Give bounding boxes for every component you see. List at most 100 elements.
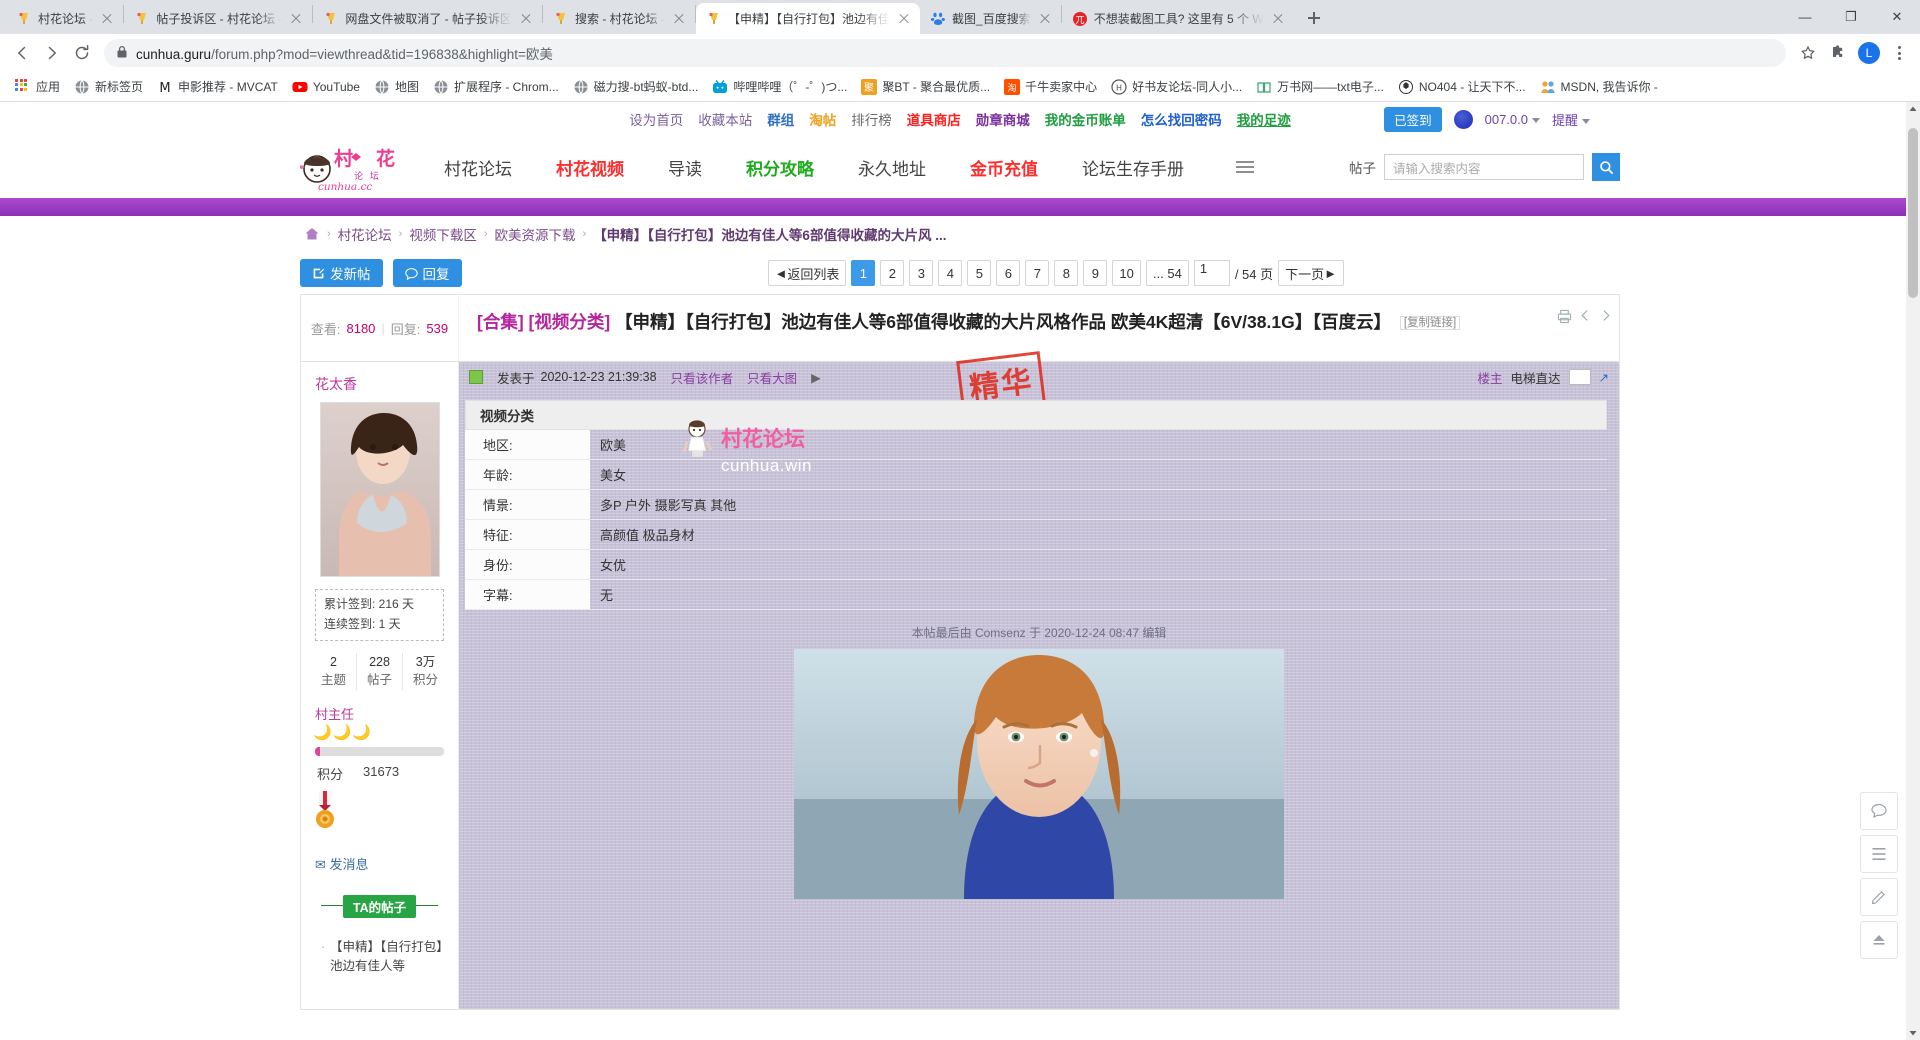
post-image[interactable]: [794, 649, 1284, 899]
page-button-9[interactable]: 9: [1083, 260, 1108, 286]
bookmark-item[interactable]: 新标签页: [67, 75, 150, 98]
tab-close-icon[interactable]: [518, 11, 534, 27]
bookmark-item[interactable]: 地图: [367, 75, 426, 98]
extensions-button[interactable]: [1824, 39, 1852, 67]
topbar-link-medal-mall[interactable]: 勋章商城: [976, 109, 1030, 129]
topbar-link-favorite[interactable]: 收藏本站: [698, 109, 752, 129]
reply-button[interactable]: 回复: [392, 259, 462, 287]
bookmark-item[interactable]: 哔哩哔哩（゜-゜)つ...: [705, 75, 854, 98]
profile-avatar[interactable]: L: [1858, 42, 1880, 64]
bookmark-item[interactable]: H 好书友论坛-同人小...: [1104, 75, 1249, 98]
page-button-8[interactable]: 8: [1054, 260, 1079, 286]
breadcrumb-item-forum[interactable]: 村花论坛: [338, 224, 392, 244]
author-avatar[interactable]: [319, 402, 440, 577]
forward-button[interactable]: [38, 39, 66, 67]
more-menu-icon[interactable]: [1236, 158, 1254, 176]
tab-close-icon[interactable]: [1037, 11, 1053, 27]
page-number-input[interactable]: 1: [1193, 260, 1230, 286]
next-page-button[interactable]: 下一页 ►: [1278, 260, 1344, 286]
bookmark-item[interactable]: 聚 聚BT - 聚合最优质...: [854, 75, 997, 98]
list-icon[interactable]: [1860, 835, 1898, 873]
only-images-link[interactable]: 只看大图: [747, 368, 797, 387]
page-button-1[interactable]: 1: [851, 260, 876, 286]
signin-badge[interactable]: 已签到: [1384, 106, 1442, 132]
scrollbar-down-arrow[interactable]: [1906, 1026, 1920, 1040]
page-scrollbar[interactable]: [1906, 102, 1920, 1040]
bookmark-apps[interactable]: 应用: [8, 75, 67, 98]
topbar-link-recover-password[interactable]: 怎么找回密码: [1141, 109, 1222, 129]
notify-menu[interactable]: 提醒: [1552, 110, 1590, 129]
thread-category[interactable]: [合集] [视频分类]: [477, 312, 610, 332]
print-icon[interactable]: [1557, 309, 1572, 329]
browser-tab[interactable]: 截图_百度搜索: [920, 3, 1061, 34]
tab-close-icon[interactable]: [1270, 11, 1286, 27]
back-to-list-button[interactable]: ◄ 返回列表: [767, 260, 847, 286]
chrome-menu-button[interactable]: [1886, 40, 1912, 66]
window-maximize-button[interactable]: ❐: [1828, 1, 1874, 33]
prev-thread-icon[interactable]: [1579, 309, 1592, 327]
nav-item-survival-manual[interactable]: 论坛生存手册: [1060, 155, 1206, 180]
search-button[interactable]: [1592, 153, 1620, 181]
page-button-4[interactable]: 4: [938, 260, 963, 286]
page-button-5[interactable]: 5: [967, 260, 992, 286]
home-icon[interactable]: [304, 227, 320, 241]
browser-tab[interactable]: 搜索 - 村花论坛 -: [543, 3, 695, 34]
ta-post-item[interactable]: 【申精】【自行打包】池边有佳人等: [321, 938, 444, 977]
bookmark-item[interactable]: 万书网——txt电子...: [1249, 75, 1391, 98]
page-button-7[interactable]: 7: [1025, 260, 1050, 286]
back-button[interactable]: [8, 39, 36, 67]
search-type-label[interactable]: 帖子: [1349, 157, 1376, 177]
site-logo[interactable]: 村 花 论 坛 cunhua.cc: [299, 143, 410, 193]
topbar-link-ranking[interactable]: 排行榜: [851, 109, 892, 129]
scrollbar-up-arrow[interactable]: [1906, 102, 1920, 116]
nav-item-guide[interactable]: 导读: [646, 155, 724, 180]
breadcrumb-item-western-resources[interactable]: 欧美资源下载: [495, 224, 576, 244]
browser-tab[interactable]: 村花论坛 -: [6, 3, 123, 34]
author-name[interactable]: 花太香: [311, 374, 448, 394]
browser-tab[interactable]: 网盘文件被取消了 - 帖子投诉区: [313, 3, 542, 34]
bookmark-star-button[interactable]: [1794, 39, 1822, 67]
new-post-button[interactable]: 发新帖: [300, 259, 383, 287]
user-avatar[interactable]: [1453, 109, 1473, 129]
window-close-button[interactable]: ✕: [1874, 1, 1920, 33]
window-minimize-button[interactable]: —: [1782, 1, 1828, 33]
topbar-link-groups[interactable]: 群组: [767, 109, 794, 129]
scroll-to-top-arrow-icon[interactable]: [1860, 921, 1898, 959]
tab-close-icon[interactable]: [896, 11, 912, 27]
nav-item-coin-recharge[interactable]: 金币充值: [948, 155, 1060, 180]
stat-posts[interactable]: 228 帖子: [357, 653, 402, 691]
medal-icon[interactable]: [315, 791, 335, 837]
page-button-last[interactable]: ... 54: [1145, 260, 1189, 286]
send-message-link[interactable]: ✉ 发消息: [311, 854, 448, 873]
topbar-link-item-shop[interactable]: 道具商店: [907, 109, 961, 129]
username-menu[interactable]: 007.0.0: [1485, 112, 1540, 127]
scrollbar-thumb[interactable]: [1908, 128, 1918, 298]
next-thread-icon[interactable]: [1599, 309, 1612, 327]
bookmark-item[interactable]: 扩展程序 - Chrom...: [426, 75, 566, 98]
elevator-input[interactable]: [1568, 369, 1591, 385]
page-button-2[interactable]: 2: [880, 260, 905, 286]
browser-tab[interactable]: 兀 不想装截图工具? 这里有 5 个 W: [1062, 3, 1294, 34]
topbar-link-my-trace[interactable]: 我的足迹: [1237, 109, 1291, 129]
stat-threads[interactable]: 2 主题: [311, 653, 356, 691]
breadcrumb-item-video-download[interactable]: 视频下载区: [409, 224, 477, 244]
browser-tab-active[interactable]: 【申精】【自行打包】池边有佳: [696, 3, 921, 34]
expand-arrow-icon[interactable]: ▶: [811, 370, 821, 385]
chat-icon[interactable]: [1860, 792, 1898, 830]
bookmark-item[interactable]: MSDN, 我告诉你 -: [1533, 75, 1665, 98]
topbar-link-coin-bill[interactable]: 我的金币账单: [1045, 109, 1126, 129]
bookmark-item[interactable]: YouTube: [285, 76, 367, 98]
bookmark-item[interactable]: NO404 - 让天下不...: [1391, 75, 1533, 98]
tab-close-icon[interactable]: [671, 11, 687, 27]
edit-icon[interactable]: [1860, 878, 1898, 916]
only-author-link[interactable]: 只看该作者: [671, 368, 734, 387]
nav-item-permanent-address[interactable]: 永久地址: [836, 155, 948, 180]
bookmark-item[interactable]: M 申影推荐 - MVCAT: [150, 75, 285, 98]
address-bar[interactable]: cunhua.guru/forum.php?mod=viewthread&tid…: [104, 39, 1786, 67]
nav-item-video[interactable]: 村花视频: [534, 155, 646, 180]
nav-item-forum[interactable]: 村花论坛: [422, 155, 534, 180]
topbar-link-collection[interactable]: 淘帖: [809, 109, 836, 129]
tab-close-icon[interactable]: [288, 11, 304, 27]
copy-link-button[interactable]: [复制链接]: [1399, 316, 1461, 330]
new-tab-button[interactable]: [1300, 4, 1328, 32]
